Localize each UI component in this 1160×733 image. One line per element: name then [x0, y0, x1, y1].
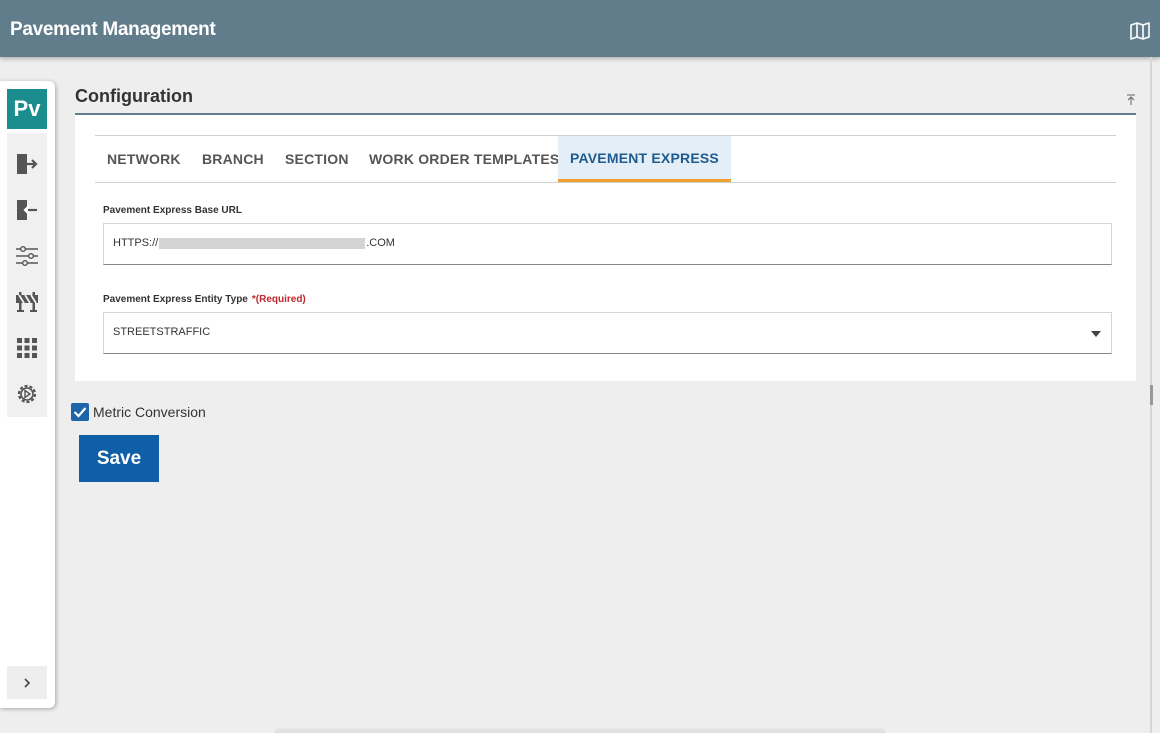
map-icon[interactable] [1130, 22, 1150, 40]
metric-conversion-row[interactable]: Metric Conversion [71, 402, 206, 421]
top-bar: Pavement Management [0, 0, 1160, 57]
save-button[interactable]: Save [79, 435, 159, 482]
tab-network[interactable]: NETWORK [95, 136, 193, 182]
side-navigation: Pv [0, 81, 55, 708]
checkmark-icon [73, 406, 87, 418]
required-indicator: *(Required) [251, 294, 306, 305]
settings-gear-icon[interactable] [14, 381, 40, 407]
base-url-value: HTTPS:// .COM [113, 237, 395, 249]
app-badge[interactable]: Pv [7, 89, 47, 129]
tab-branch[interactable]: BRANCH [190, 136, 276, 182]
app-title: Pavement Management [10, 19, 216, 40]
entity-type-label: Pavement Express Entity Type *(Required) [103, 294, 306, 305]
sidebar-expand-button[interactable] [7, 666, 47, 699]
bottom-panel-edge [275, 728, 885, 733]
page-title: Configuration [75, 86, 193, 106]
redacted-url-segment [159, 237, 366, 249]
configuration-panel: NETWORK BRANCH SECTION WORK ORDER TEMPLA… [75, 115, 1136, 381]
base-url-input[interactable]: HTTPS:// .COM [103, 223, 1112, 265]
apps-grid-icon[interactable] [14, 335, 40, 361]
barrier-icon[interactable] [14, 289, 40, 315]
dropdown-caret-icon [1091, 331, 1101, 337]
collapse-top-icon[interactable] [1126, 94, 1136, 106]
chevron-right-icon [24, 677, 31, 688]
entity-type-value: STREETSTRAFFIC [113, 326, 211, 338]
metric-conversion-checkbox[interactable] [71, 402, 89, 421]
sign-out-icon[interactable] [14, 151, 40, 177]
entity-type-label-text: Pavement Express Entity Type [103, 294, 248, 305]
entity-type-select[interactable]: STREETSTRAFFIC [103, 312, 1112, 354]
tabs-bottom-divider [95, 182, 1116, 183]
tab-pavement-express[interactable]: PAVEMENT EXPRESS [558, 136, 731, 182]
metric-conversion-label[interactable]: Metric Conversion [93, 404, 206, 420]
sliders-icon[interactable] [14, 243, 40, 269]
tab-section[interactable]: SECTION [273, 136, 361, 182]
sign-in-icon[interactable] [14, 197, 40, 223]
scrollbar-grip[interactable] [1150, 385, 1153, 405]
base-url-label: Pavement Express Base URL [103, 205, 242, 216]
base-url-prefix: HTTPS:// [113, 237, 159, 250]
base-url-suffix: .COM [366, 237, 395, 250]
tab-work-order-templates[interactable]: WORK ORDER TEMPLATES [357, 136, 571, 182]
